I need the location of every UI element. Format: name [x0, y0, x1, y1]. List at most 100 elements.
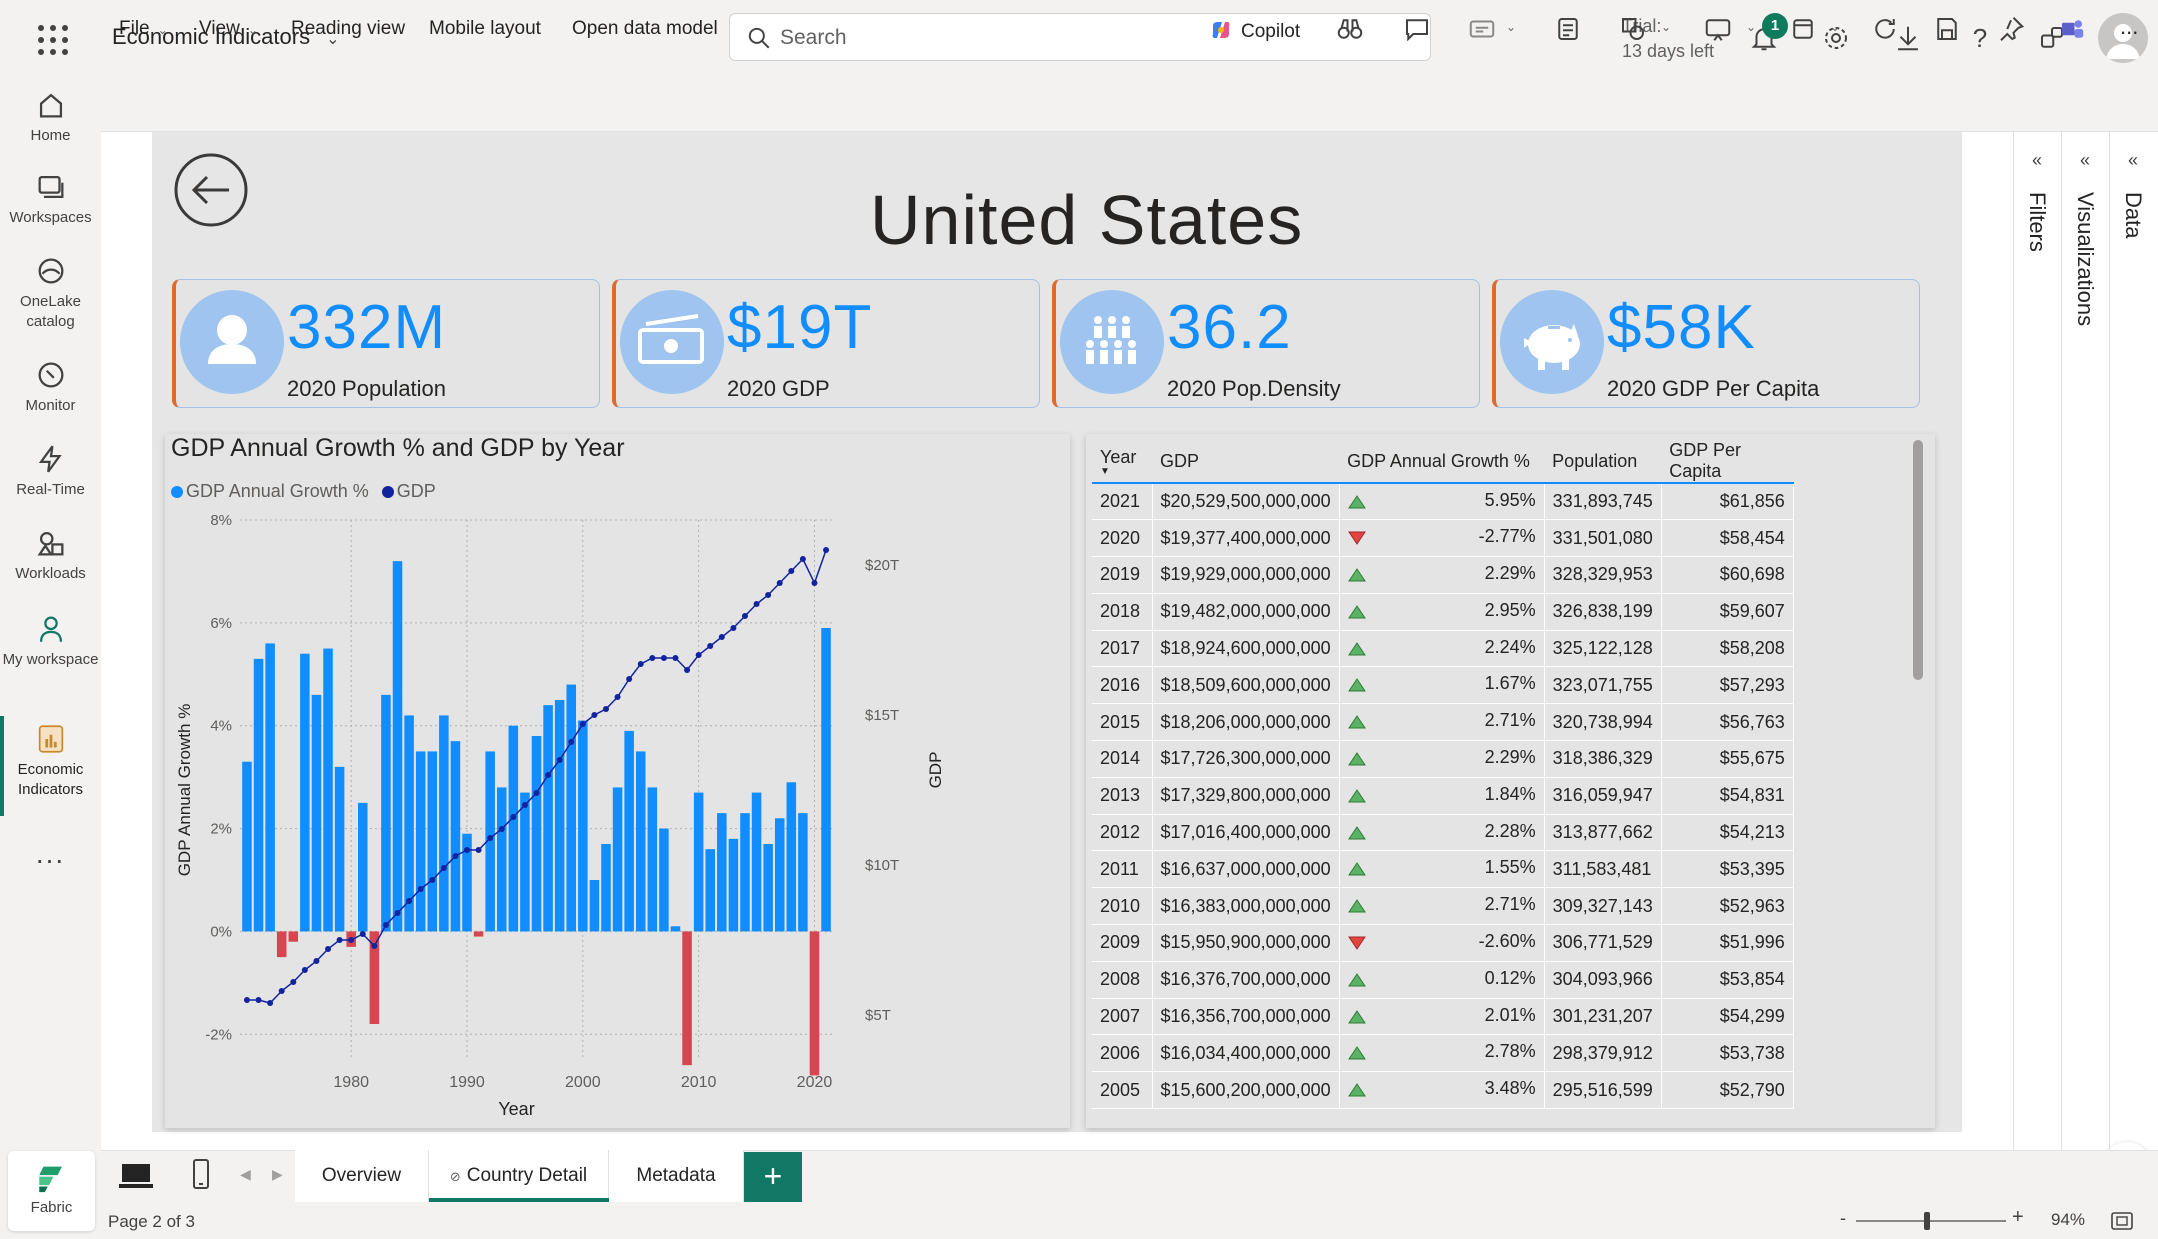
tab-overview[interactable]: Overview — [295, 1150, 429, 1202]
chevron-down-icon[interactable]: ⌄ — [1506, 20, 1536, 50]
table-row[interactable]: 2016 $18,509,600,000,000 1.67% 323,071,755 $… — [1092, 666, 1794, 705]
kpi-card-gdp[interactable]: $19T 2020 GDP — [612, 279, 1040, 408]
bar-growth-1983[interactable] — [381, 694, 391, 932]
gdp-point-2004[interactable] — [626, 676, 633, 682]
bar-growth-2014[interactable] — [740, 813, 750, 932]
table-row[interactable]: 2019 $19,929,000,000,000 2.29% 328,329,953 $… — [1092, 556, 1794, 594]
bar-growth-1978[interactable] — [323, 648, 333, 932]
chevron-down-icon[interactable]: ⌄ — [1661, 20, 1691, 50]
bar-growth-1998[interactable] — [554, 700, 565, 932]
back-arrow-button[interactable] — [173, 152, 249, 228]
gdp-point-2012[interactable] — [718, 634, 725, 640]
zoom-slider-thumb[interactable] — [1923, 1212, 1930, 1230]
gdp-point-1982[interactable] — [371, 943, 378, 949]
bar-growth-1972[interactable] — [253, 658, 264, 932]
collapse-icon[interactable]: « — [2128, 150, 2138, 171]
gdp-point-2006[interactable] — [649, 655, 656, 661]
table-row[interactable]: 2007 $16,356,700,000,000 2.01% 301,231,207 $… — [1092, 998, 1794, 1036]
gdp-point-2019[interactable] — [799, 556, 806, 562]
rail-item-monitor[interactable]: Monitor — [0, 358, 101, 416]
column-header[interactable]: GDP Annual Growth % — [1339, 440, 1545, 484]
legend-item[interactable]: GDP — [397, 481, 436, 501]
table-row[interactable]: 2005 $15,600,200,000,000 3.48% 295,516,599 $… — [1092, 1071, 1794, 1110]
filters-pane[interactable]: « Filters — [2013, 132, 2061, 1150]
collapse-icon[interactable]: « — [2032, 150, 2042, 171]
gdp-point-2002[interactable] — [602, 706, 609, 712]
bar-growth-1977[interactable] — [311, 694, 322, 932]
bar-growth-2010[interactable] — [693, 792, 704, 932]
gdp-point-1999[interactable] — [568, 739, 575, 745]
notes-icon[interactable] — [1553, 14, 1583, 44]
gdp-point-1974[interactable] — [278, 988, 285, 994]
copilot-button[interactable]: Copilot — [1209, 18, 1300, 43]
desktop-layout-icon[interactable] — [118, 1160, 154, 1192]
gdp-point-2018[interactable] — [788, 568, 795, 574]
table-row[interactable]: 2008 $16,376,700,000,000 0.12% 304,093,966 $… — [1092, 961, 1794, 999]
subscribe-icon[interactable] — [1467, 14, 1497, 44]
gdp-point-1991[interactable] — [475, 847, 482, 853]
chevron-down-icon[interactable]: ⌄ — [1830, 20, 1860, 50]
rail-item-onelake[interactable]: OneLake catalog — [0, 254, 101, 332]
gdp-point-1989[interactable] — [452, 853, 459, 859]
kpi-card-gdp-per-capita[interactable]: $58K 2020 GDP Per Capita — [1492, 279, 1920, 408]
gdp-point-1985[interactable] — [406, 898, 413, 904]
bar-growth-1976[interactable] — [300, 653, 310, 932]
gdp-point-1980[interactable] — [348, 937, 355, 943]
table-row[interactable]: 2006 $16,034,400,000,000 2.78% 298,379,912 $… — [1092, 1034, 1794, 1073]
gdp-point-1973[interactable] — [267, 1000, 274, 1006]
bar-growth-1973[interactable] — [265, 643, 275, 932]
bar-growth-2001[interactable] — [589, 880, 600, 932]
bar-growth-2015[interactable] — [751, 792, 762, 932]
file-menu[interactable]: File ⌄ — [119, 18, 168, 40]
bar-growth-2004[interactable] — [624, 730, 634, 932]
gdp-point-2005[interactable] — [637, 661, 644, 667]
prev-page-arrow-icon[interactable]: ◀ — [240, 1166, 251, 1183]
data-pane[interactable]: « Data — [2109, 132, 2157, 1150]
visualizations-pane[interactable]: « Visualizations — [2061, 132, 2109, 1150]
gdp-point-1986[interactable] — [417, 886, 424, 892]
kpi-card-pop-density[interactable]: 36.2 2020 Pop.Density — [1052, 279, 1480, 408]
table-row[interactable]: 2014 $17,726,300,000,000 2.29% 318,386,329 $… — [1092, 740, 1794, 778]
refresh-icon[interactable] — [1870, 14, 1900, 44]
tab-country-detail[interactable]: ⊘ Country Detail — [429, 1150, 609, 1202]
search-box[interactable]: Search — [729, 13, 1431, 61]
bar-growth-1996[interactable] — [531, 736, 542, 932]
gdp-point-2015[interactable] — [753, 601, 760, 607]
bar-growth-2017[interactable] — [774, 818, 785, 932]
bar-growth-2003[interactable] — [612, 787, 623, 932]
bar-growth-1999[interactable] — [566, 684, 577, 932]
rail-item-workloads[interactable]: Workloads — [0, 526, 101, 584]
present-icon[interactable] — [1703, 14, 1733, 44]
gdp-point-1994[interactable] — [510, 814, 517, 820]
bar-growth-2013[interactable] — [728, 838, 739, 932]
chevron-down-icon[interactable]: ⌄ — [1746, 20, 1776, 50]
teams-icon[interactable] — [2057, 14, 2087, 44]
column-header[interactable]: GDP Per Capita — [1661, 440, 1794, 484]
bar-growth-2006[interactable] — [647, 787, 658, 932]
bar-growth-1994[interactable] — [508, 725, 519, 932]
bar-growth-2009[interactable] — [682, 931, 692, 1066]
mobile-layout-icon[interactable] — [188, 1158, 214, 1192]
rail-item-realtime[interactable]: Real-Time — [0, 442, 101, 500]
gdp-point-1976[interactable] — [301, 967, 308, 973]
gdp-point-2000[interactable] — [579, 721, 586, 727]
bar-growth-2008[interactable] — [670, 926, 681, 932]
collapse-icon[interactable]: « — [2080, 150, 2090, 171]
rail-item-my-workspace[interactable]: My workspace — [0, 612, 101, 670]
bar-growth-1987[interactable] — [427, 751, 438, 932]
rail-item-workspaces[interactable]: Workspaces — [0, 170, 101, 228]
open-data-model-button[interactable]: Open data model — [572, 18, 718, 40]
table-row[interactable]: 2013 $17,329,800,000,000 1.84% 316,059,947 $… — [1092, 777, 1794, 815]
bar-growth-1971[interactable] — [242, 761, 252, 932]
gdp-point-1971[interactable] — [243, 997, 250, 1003]
bar-growth-2012[interactable] — [717, 813, 727, 932]
bar-growth-1984[interactable] — [392, 561, 403, 932]
table-row[interactable]: 2021 $20,529,500,000,000 5.95% 331,893,745 $… — [1092, 483, 1794, 521]
next-page-arrow-icon[interactable]: ▶ — [272, 1166, 283, 1183]
gdp-point-1992[interactable] — [487, 835, 494, 841]
gdp-point-1972[interactable] — [255, 997, 262, 1003]
table-row[interactable]: 2015 $18,206,000,000,000 2.71% 320,738,994 $… — [1092, 703, 1794, 742]
gdp-point-1978[interactable] — [325, 946, 332, 952]
table-row[interactable]: 2020 $19,377,400,000,000 -2.77% 331,501,080… — [1092, 519, 1794, 558]
fabric-switcher[interactable]: Fabric — [8, 1151, 95, 1231]
